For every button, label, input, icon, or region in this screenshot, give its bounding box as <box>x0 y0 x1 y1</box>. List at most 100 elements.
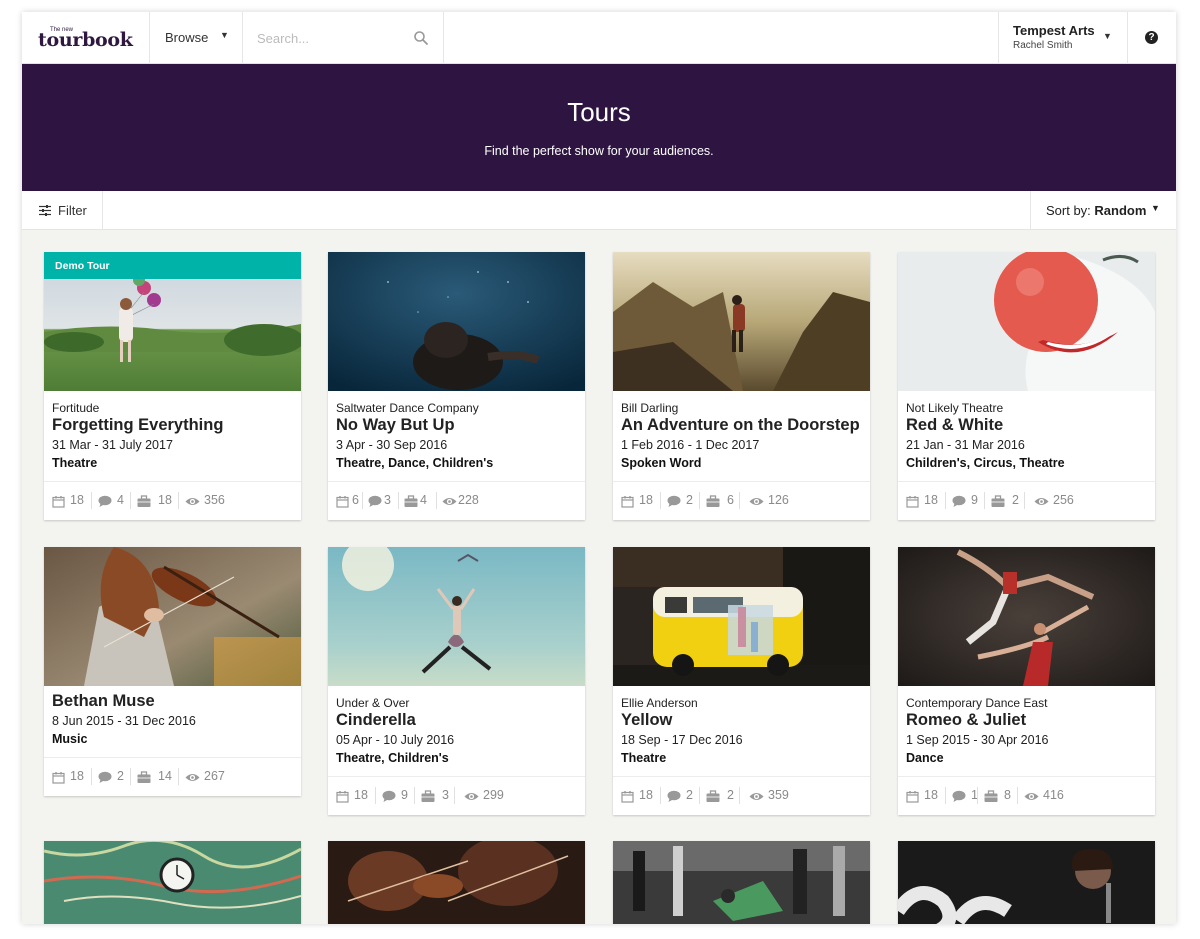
filter-button[interactable]: Filter <box>22 191 103 230</box>
help-icon: ? <box>1145 31 1158 44</box>
tour-title[interactable]: No Way But Up <box>336 416 581 435</box>
account-menu[interactable]: Tempest Arts Rachel Smith ▼ <box>998 12 1128 64</box>
tour-stats: 18 9 3 299 <box>328 776 585 815</box>
tour-company: Contemporary Dance East <box>906 696 1048 710</box>
browse-label: Browse <box>165 30 209 45</box>
top-nav: The new tourbook Browse ▼ Tempest Arts R… <box>22 12 1176 64</box>
tour-image <box>613 252 870 391</box>
tour-card[interactable]: Bethan Muse 8 Jun 2015 - 31 Dec 2016 Mus… <box>44 547 301 796</box>
tour-image <box>613 547 870 686</box>
tour-dates: 1 Feb 2016 - 1 Dec 2017 <box>621 438 760 452</box>
tour-dates: 18 Sep - 17 Dec 2016 <box>621 733 743 747</box>
eye-icon <box>464 793 479 800</box>
tour-card[interactable]: Not Likely Theatre Red & White 21 Jan - … <box>898 252 1155 520</box>
account-user-name: Rachel Smith <box>1013 40 1073 51</box>
tour-card[interactable]: Under & Over Cinderella 05 Apr - 10 July… <box>328 547 585 815</box>
search-input[interactable] <box>257 28 397 48</box>
tour-image: Demo Tour <box>44 252 301 391</box>
tour-title[interactable]: Cinderella <box>336 711 581 730</box>
briefcase-icon <box>706 790 720 802</box>
tour-genres: Theatre, Children's <box>336 751 449 765</box>
tour-company: Ellie Anderson <box>621 696 698 710</box>
comment-icon <box>667 790 681 802</box>
tour-card[interactable] <box>328 841 585 924</box>
calendar-icon <box>52 496 65 508</box>
caret-down-icon: ▼ <box>1151 203 1160 213</box>
search-icon[interactable] <box>413 30 429 46</box>
tour-genres: Theatre <box>621 751 667 765</box>
comment-icon <box>98 495 112 507</box>
calendar-icon <box>52 772 65 784</box>
tour-title[interactable]: Forgetting Everything <box>52 416 297 435</box>
demo-tour-badge: Demo Tour <box>44 252 301 279</box>
page-title: Tours <box>567 97 631 127</box>
tour-stats: 18 1 8 416 <box>898 776 1155 815</box>
tour-card[interactable]: Saltwater Dance Company No Way But Up 3 … <box>328 252 585 520</box>
tour-image <box>898 547 1155 686</box>
comment-icon <box>952 495 966 507</box>
tour-company: Fortitude <box>52 401 100 415</box>
tour-card[interactable] <box>44 841 301 924</box>
tour-genres: Theatre, Dance, Children's <box>336 456 494 470</box>
eye-icon <box>1034 498 1049 505</box>
eye-icon <box>185 774 200 781</box>
account-organisation: Tempest Arts <box>1013 23 1095 38</box>
tour-card[interactable]: Ellie Anderson Yellow 18 Sep - 17 Dec 20… <box>613 547 870 815</box>
tour-genres: Music <box>52 732 88 746</box>
tour-image <box>898 841 1155 924</box>
page-header: Tours Find the perfect show for your aud… <box>22 64 1176 191</box>
tour-card[interactable] <box>898 841 1155 924</box>
tour-dates: 05 Apr - 10 July 2016 <box>336 733 455 747</box>
eye-icon <box>749 793 764 800</box>
sort-value: Random <box>1094 203 1147 218</box>
briefcase-icon <box>137 495 151 507</box>
eye-icon <box>749 498 764 505</box>
tour-genres: Theatre <box>52 456 98 470</box>
logo[interactable]: The new tourbook <box>22 12 150 64</box>
tour-image <box>44 547 301 686</box>
tour-image <box>328 252 585 391</box>
sort-dropdown[interactable]: Sort by: Random ▼ <box>1030 191 1176 230</box>
tour-company: Under & Over <box>336 696 410 710</box>
sliders-icon <box>39 205 51 216</box>
tour-company: Not Likely Theatre <box>906 401 1004 415</box>
tour-card[interactable]: Contemporary Dance East Romeo & Juliet 1… <box>898 547 1155 815</box>
comment-icon <box>382 790 396 802</box>
tour-card[interactable]: Bill Darling An Adventure on the Doorste… <box>613 252 870 520</box>
tour-stats: 6 3 4 228 <box>328 481 585 520</box>
calendar-icon <box>906 496 919 508</box>
comment-icon <box>368 495 382 507</box>
tour-stats: 18 2 6 126 <box>613 481 870 520</box>
briefcase-icon <box>984 790 998 802</box>
comment-icon <box>98 771 112 783</box>
tour-title[interactable]: Bethan Muse <box>52 692 297 711</box>
calendar-icon <box>336 791 349 803</box>
tour-stats: 18 9 2 256 <box>898 481 1155 520</box>
briefcase-icon <box>421 790 435 802</box>
caret-down-icon: ▼ <box>1103 31 1112 41</box>
tour-title[interactable]: An Adventure on the Doorstep <box>621 416 866 435</box>
tour-company: Bill Darling <box>621 401 679 415</box>
tour-genres: Spoken Word <box>621 456 702 470</box>
caret-down-icon: ▼ <box>220 30 229 40</box>
browse-menu[interactable]: Browse ▼ <box>150 12 243 64</box>
tour-genres: Children's, Circus, Theatre <box>906 456 1065 470</box>
tour-title[interactable]: Romeo & Juliet <box>906 711 1151 730</box>
logo-wordmark: tourbook <box>38 29 133 51</box>
briefcase-icon <box>404 495 418 507</box>
sort-prefix: Sort by: <box>1046 203 1091 218</box>
tour-title[interactable]: Red & White <box>906 416 1151 435</box>
calendar-icon <box>621 791 634 803</box>
filter-label: Filter <box>58 203 87 218</box>
tour-title[interactable]: Yellow <box>621 711 866 730</box>
tour-stats: 18 4 18 356 <box>44 481 301 520</box>
tour-company: Saltwater Dance Company <box>336 401 479 415</box>
comment-icon <box>667 495 681 507</box>
tour-card[interactable]: Demo Tour Fortitude Forgetting Everythin… <box>44 252 301 520</box>
tour-image <box>613 841 870 924</box>
page-subtitle: Find the perfect show for your audiences… <box>484 144 714 158</box>
eye-icon <box>1024 793 1039 800</box>
tour-card[interactable] <box>613 841 870 924</box>
help-button[interactable]: ? <box>1128 12 1176 64</box>
tour-dates: 3 Apr - 30 Sep 2016 <box>336 438 448 452</box>
